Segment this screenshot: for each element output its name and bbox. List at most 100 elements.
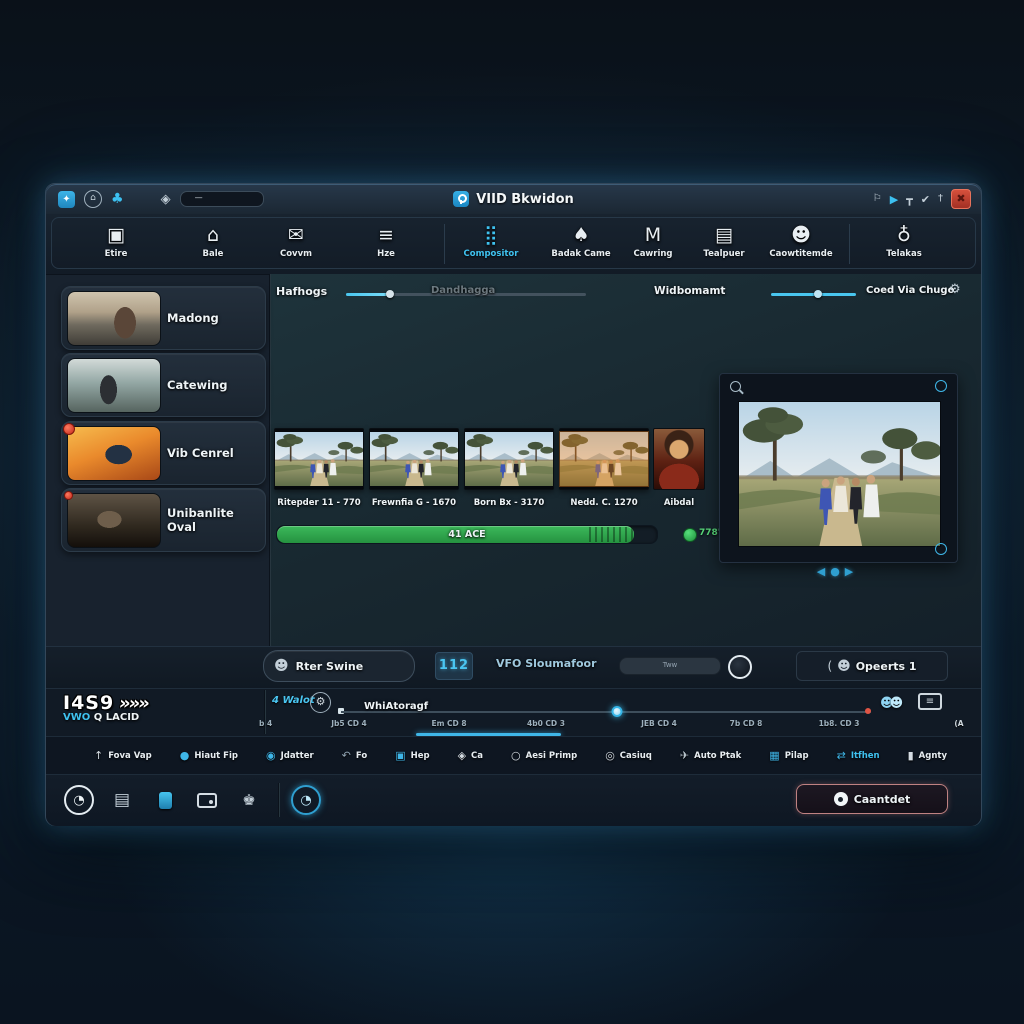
bin-button[interactable] (150, 785, 180, 815)
tool-hep[interactable]: ▣Hep (395, 749, 429, 762)
clip-caption: Ritepder 11 - 770 (274, 498, 364, 508)
corner-circle-icon[interactable] (935, 543, 947, 555)
record-badge (63, 423, 75, 435)
crown-button[interactable]: ♚ (234, 785, 264, 815)
stop-icon[interactable]: ● (830, 565, 845, 578)
tool-jdatter[interactable]: ◉Jdatter (266, 749, 314, 762)
presets-button[interactable]: ( ☻ Opeerts 1 (796, 651, 948, 681)
level-badge[interactable]: 112 (435, 652, 473, 680)
flag-icon[interactable]: ⚐ (873, 194, 882, 204)
mini-slider[interactable]: Tww (619, 657, 721, 675)
document-button[interactable]: ▤ (107, 785, 137, 815)
circle-icon: ○ (511, 749, 521, 762)
header-center-label: Dandhagga (431, 285, 495, 296)
media-card-label: Vib Cenrel (167, 422, 234, 484)
monitor-icon[interactable]: ≡ (918, 693, 942, 710)
screen-button[interactable] (192, 785, 222, 815)
bottom-bar: ◔ ▤ ♚ ◔ Caantdet (46, 774, 981, 826)
collaborators-icon[interactable]: ☻☻ (880, 692, 903, 711)
tab-compositor[interactable]: ⣿ Compositor (443, 223, 539, 259)
tab-hze[interactable]: ≡ Hze (338, 223, 434, 259)
clip-caption: Frewnfia G - 1670 (369, 498, 459, 508)
home-tab-icon: ⌂ (165, 223, 261, 247)
clock-button[interactable]: ◔ (64, 785, 94, 815)
cursor-icon[interactable]: † (938, 194, 943, 204)
play-icon[interactable]: ▶ (890, 194, 898, 205)
tool-itfhen[interactable]: ⇄Itfhen (837, 749, 880, 762)
track-label: WhiAtoragf (364, 701, 428, 712)
timer-button[interactable]: ◔ (291, 785, 321, 815)
toolbar-divider (444, 224, 445, 264)
media-card-label: Catewing (167, 354, 227, 416)
timeline-gear-icon[interactable]: ⚙ (310, 692, 331, 713)
double-circle-icon: ◎ (605, 749, 615, 762)
tool-fova-vap[interactable]: ↑Fova Vap (94, 749, 152, 762)
tool-casiuq[interactable]: ◎Casiuq (605, 749, 652, 762)
clip-caption: Aibdal (653, 498, 705, 508)
track-end-marker (865, 708, 871, 714)
status-dot-icon (683, 528, 697, 542)
minimize-icon[interactable]: ┳ (906, 194, 913, 205)
tool-row: ↑Fova Vap ●Hiaut Fip ◉Jdatter ↶Fo ▣Hep ◈… (46, 736, 981, 774)
playhead-handle[interactable] (611, 706, 622, 717)
tab-caowtitemde[interactable]: ☻ Caowtitemde (753, 223, 849, 259)
tab-covvm[interactable]: ✉ Covvm (248, 223, 344, 259)
record-badge (64, 491, 73, 500)
filmstrip-clip-3[interactable]: Born Bx - 3170 (464, 428, 554, 490)
scene-image (370, 432, 458, 486)
media-thumbnail (67, 291, 161, 346)
slider-knob[interactable] (814, 290, 822, 298)
export-button[interactable]: Caantdet (796, 784, 948, 814)
tool-aesi-primp[interactable]: ○Aesi Primp (511, 749, 577, 762)
screen-icon (197, 793, 217, 808)
tool-ca[interactable]: ◈Ca (458, 749, 483, 762)
diamond-icon: ◈ (458, 749, 466, 762)
tab-telakas[interactable]: ♁ Telakas (856, 223, 952, 259)
play-circle-icon (834, 792, 848, 806)
media-card-madong[interactable]: Madong (61, 286, 266, 350)
app-logo-icon (453, 191, 469, 207)
media-card-label: Unibanlite Oval (167, 489, 265, 551)
tool-pilap[interactable]: ▦Pilap (769, 749, 808, 762)
up-arrow-icon: ↑ (94, 749, 103, 762)
filter-button[interactable]: ☻ Rter Swine (263, 650, 415, 682)
header-slider-b[interactable] (771, 293, 856, 296)
face-icon: ☻ (837, 660, 851, 673)
check-icon[interactable]: ✔ (921, 194, 930, 205)
bar-icon: ▮ (908, 749, 914, 762)
clock-icon: ◔ (73, 794, 84, 807)
close-button[interactable]: ✖ (951, 189, 971, 209)
plane-icon: ✈ (680, 749, 689, 762)
slider-knob[interactable] (386, 290, 394, 298)
magnifier-icon[interactable] (730, 381, 741, 392)
tool-auto-ptak[interactable]: ✈Auto Ptak (680, 749, 741, 762)
swap-arrows-icon: ⇄ (837, 749, 846, 762)
gear-icon[interactable]: ⚙ (949, 283, 961, 296)
filmstrip-clip-1[interactable]: Ritepder 11 - 770 (274, 428, 364, 490)
filmstrip-clip-4[interactable]: Nedd. C. 1270 (559, 428, 649, 490)
prev-icon[interactable]: ◀ (817, 565, 830, 578)
warm-filter-overlay (559, 431, 649, 487)
media-card-vib-cenrel[interactable]: Vib Cenrel (61, 421, 266, 485)
preview-player-controls: ◀●▶ (719, 565, 956, 578)
app-window: ✦ ⌂ ♣ ◈ — VIID Bkwidon ⚐ ▶ ┳ ✔ † ✖ ▣ Eti… (45, 183, 982, 826)
timeline-section-label: 4 Walot (272, 695, 315, 706)
tool-agnty[interactable]: ▮Agnty (908, 749, 947, 762)
tool-hiaut-fip[interactable]: ●Hiaut Fip (180, 749, 238, 762)
preview-frame[interactable] (738, 401, 941, 547)
media-card-catewing[interactable]: Catewing (61, 353, 266, 417)
progress-label: 41 ACE (277, 526, 657, 543)
next-icon[interactable]: ▶ (845, 565, 858, 578)
filmstrip-clip-5[interactable]: Aibdal (653, 428, 705, 490)
tool-fo[interactable]: ↶Fo (342, 749, 368, 762)
filmstrip-clip-2[interactable]: Frewnfia G - 1670 (369, 428, 459, 490)
title-bar: ✦ ⌂ ♣ ◈ — VIID Bkwidon ⚐ ▶ ┳ ✔ † ✖ (46, 184, 981, 215)
knob-button[interactable] (728, 655, 752, 679)
presets-button-label: Opeerts 1 (856, 660, 917, 673)
tab-bale[interactable]: ⌂ Bale (165, 223, 261, 259)
media-card-unibanlite[interactable]: Unibanlite Oval (61, 488, 266, 552)
tab-etire[interactable]: ▣ Etire (68, 223, 164, 259)
clip-caption: Born Bx - 3170 (464, 498, 554, 508)
corner-circle-icon[interactable] (935, 380, 947, 392)
tab-label: Telakas (856, 249, 952, 259)
